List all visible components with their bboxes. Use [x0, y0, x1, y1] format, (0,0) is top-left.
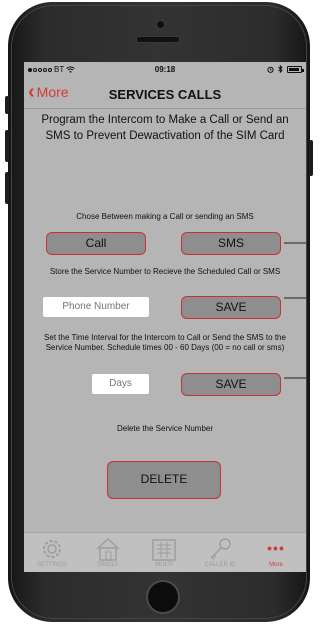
save-interval-button[interactable]: SAVE: [181, 373, 281, 396]
front-camera-icon: [156, 20, 165, 29]
phone-volume-down-button: [5, 172, 9, 204]
phone-number-input[interactable]: [43, 297, 149, 317]
status-bar: BT 09:18: [24, 62, 306, 78]
earpiece-speaker: [136, 36, 180, 43]
battery-icon: [287, 65, 304, 73]
tab-settings[interactable]: SETTINGS: [24, 533, 80, 572]
tab-label: SINGLE: [96, 562, 119, 568]
tab-bar: SETTINGS SINGLE MULTI CALLER ID ••• More: [24, 532, 306, 572]
phone-side-button: [5, 96, 9, 114]
bluetooth-icon: [278, 65, 283, 73]
tab-label: MULTI: [155, 562, 173, 568]
tab-multi[interactable]: MULTI: [136, 533, 192, 572]
pointer-arrow: [284, 297, 306, 299]
tab-single[interactable]: SINGLE: [80, 533, 136, 572]
tab-label: CALLER ID: [204, 562, 236, 568]
gear-icon: [43, 540, 61, 558]
page-title: SERVICES CALLS: [108, 87, 222, 102]
house-icon: [96, 537, 120, 561]
app-screen: BT 09:18 ‹ More SERVICES CALLS Program t…: [24, 62, 306, 572]
key-icon: [210, 538, 231, 560]
tab-label: SETTINGS: [36, 562, 67, 568]
tab-more[interactable]: ••• More: [248, 533, 304, 572]
time-interval-caption: Set the Time Interval for the Intercom t…: [44, 333, 286, 352]
delete-caption: Delete the Service Number: [116, 424, 214, 433]
status-time: 09:18: [154, 65, 176, 74]
days-input[interactable]: [92, 374, 149, 394]
save-number-button[interactable]: SAVE: [181, 296, 281, 319]
sms-button[interactable]: SMS: [181, 232, 281, 255]
alarm-icon: [267, 66, 274, 73]
tab-label: More: [269, 562, 283, 568]
intro-text: Program the Intercom to Make a Call or S…: [41, 114, 289, 142]
call-button[interactable]: Call: [46, 232, 146, 255]
service-number-caption: Store the Service Number to Recieve the …: [49, 267, 281, 276]
phone-power-button: [309, 140, 313, 176]
phone-volume-up-button: [5, 130, 9, 162]
pointer-arrow: [284, 377, 306, 379]
home-button[interactable]: [146, 580, 180, 614]
building-icon: [152, 539, 176, 561]
navigation-bar: ‹ More SERVICES CALLS: [24, 78, 306, 109]
status-icons: [267, 65, 304, 73]
tab-caller-id[interactable]: CALLER ID: [192, 533, 248, 572]
pointer-arrow: [284, 242, 306, 244]
delete-button[interactable]: DELETE: [107, 461, 221, 499]
more-dots-icon: •••: [267, 540, 285, 556]
call-sms-caption: Chose Between making a Call or sending a…: [76, 212, 254, 221]
